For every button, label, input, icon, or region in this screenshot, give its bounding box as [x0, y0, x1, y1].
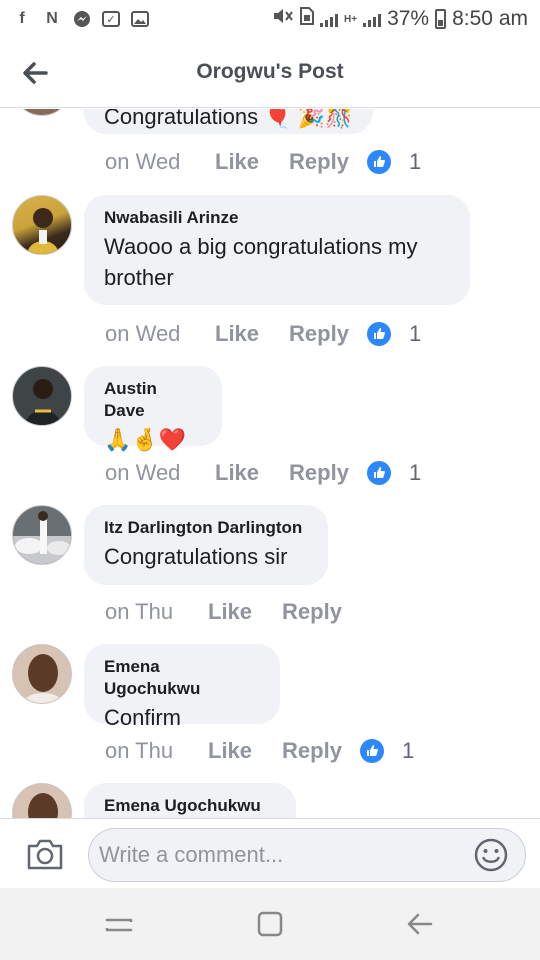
avatar[interactable] [12, 505, 72, 565]
avatar[interactable] [12, 366, 72, 426]
like-thumb-icon[interactable] [366, 150, 391, 174]
system-nav-bar [0, 888, 540, 960]
comment-time: on Wed [105, 149, 181, 174]
comment-meta: on Thu Like Reply 1 [105, 738, 414, 764]
comment-text: Confirm [104, 705, 182, 730]
avatar[interactable] [12, 783, 72, 818]
camera-button[interactable] [26, 837, 64, 871]
comment-bubble[interactable]: Congratulations 🎈 🎉🎊 [84, 109, 373, 134]
recent-apps-icon [105, 918, 133, 932]
like-button[interactable]: Like [215, 149, 259, 175]
reaction-count: 1 [408, 149, 422, 174]
notification-icons: f N ✓ [12, 10, 150, 28]
comment-meta: on Wed Like Reply 1 [105, 321, 421, 347]
comment-text: 🙏🤞❤️ [104, 427, 187, 452]
reaction-count: 1 [408, 460, 422, 485]
comment-author[interactable]: Emena Ugochukwu [104, 656, 260, 700]
reaction-count: 1 [401, 738, 415, 763]
mute-icon [272, 7, 294, 31]
comment-bubble[interactable]: Nwabasili Arinze Waooo a big congratulat… [84, 195, 470, 305]
reply-button[interactable]: Reply [289, 149, 349, 175]
app-header: Orogwu's Post [0, 38, 540, 108]
nav-back-button[interactable] [404, 908, 436, 940]
comment-meta: on Thu Like Reply [105, 599, 360, 625]
status-bar: f N ✓ H+ 37% 8:50 am [0, 0, 540, 38]
signal-icon-2 [363, 11, 382, 27]
reply-button[interactable]: Reply [282, 599, 342, 625]
avatar[interactable] [12, 195, 72, 255]
recent-apps-button[interactable] [103, 908, 135, 940]
like-thumb-icon[interactable] [366, 461, 391, 485]
back-icon [407, 913, 433, 935]
comment-text: Waooo a big congratulations my brother [104, 234, 418, 290]
comment-bubble[interactable]: Emena Ugochukwu [84, 783, 296, 818]
comment-time: on Wed [105, 460, 181, 485]
comment-composer: Write a comment... [0, 818, 540, 888]
comment-bubble[interactable]: Emena Ugochukwu Confirm [84, 644, 280, 730]
comment-text: Congratulations sir [104, 544, 288, 569]
comment-author[interactable]: Itz Darlington Darlington [104, 517, 308, 539]
checkbox-icon: ✓ [102, 11, 120, 27]
comment-author[interactable]: Austin Dave [104, 378, 202, 422]
comment-meta: on Wed Like Reply 1 [105, 149, 421, 175]
comment-text: Congratulations 🎈 🎉🎊 [104, 109, 353, 129]
reply-button[interactable]: Reply [289, 460, 349, 486]
page-title: Orogwu's Post [196, 60, 344, 83]
reaction-count: 1 [408, 321, 422, 346]
clock: 8:50 am [452, 7, 528, 30]
like-button[interactable]: Like [208, 599, 252, 625]
home-button[interactable] [254, 908, 286, 940]
comment-input-placeholder: Write a comment... [99, 842, 284, 867]
camera-icon [27, 839, 63, 870]
avatar[interactable] [12, 109, 72, 116]
home-icon [257, 911, 283, 937]
network-type: H+ [344, 13, 358, 25]
comment-author[interactable]: Emena Ugochukwu [104, 795, 276, 817]
reply-button[interactable]: Reply [289, 321, 349, 347]
comment-author[interactable]: Nwabasili Arinze [104, 207, 450, 229]
comment-input[interactable]: Write a comment... [88, 828, 526, 882]
comment-meta: on Wed Like Reply 1 [105, 460, 421, 486]
sim-icon [300, 7, 315, 31]
smiley-icon [474, 838, 508, 872]
like-button[interactable]: Like [215, 321, 259, 347]
comment-time: on Wed [105, 321, 181, 346]
comment-time: on Thu [105, 738, 174, 763]
gallery-icon [130, 10, 150, 28]
battery-icon [435, 9, 447, 29]
emoji-button[interactable] [473, 837, 509, 873]
battery-percent: 37% [387, 7, 430, 30]
like-thumb-icon[interactable] [366, 322, 391, 346]
signal-icon [320, 11, 339, 27]
messenger-icon [72, 10, 92, 28]
facebook-icon: f [19, 10, 25, 27]
avatar[interactable] [12, 644, 72, 704]
comment-time: on Thu [105, 599, 174, 624]
like-button[interactable]: Like [208, 738, 252, 764]
like-thumb-icon[interactable] [359, 739, 384, 763]
comment-list[interactable]: Congratulations 🎈 🎉🎊 on Wed Like Reply 1… [0, 109, 540, 818]
comment-bubble[interactable]: Itz Darlington Darlington Congratulation… [84, 505, 328, 585]
nairaland-icon: N [46, 10, 58, 27]
comment-bubble[interactable]: Austin Dave 🙏🤞❤️ [84, 366, 222, 452]
reply-button[interactable]: Reply [282, 738, 342, 764]
like-button[interactable]: Like [215, 460, 259, 486]
system-icons: H+ 37% 8:50 am [272, 7, 528, 31]
